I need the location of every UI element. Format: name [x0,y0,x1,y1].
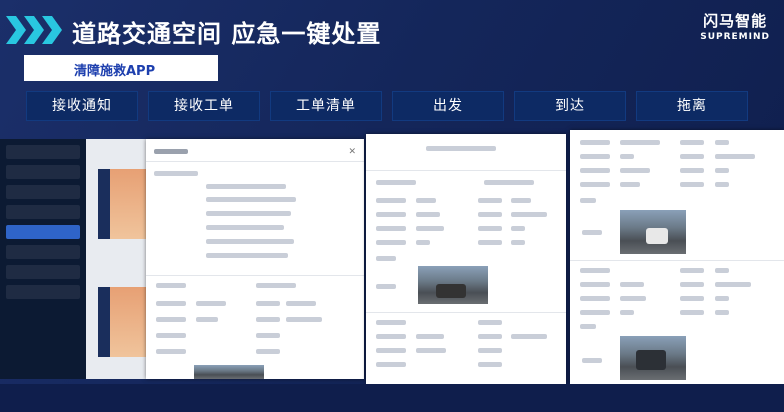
step-depart[interactable]: 出发 [392,91,504,121]
app-name-label: 清障施救APP [24,55,218,81]
incident-photo-thumb [98,169,148,239]
console-sidebar [0,139,86,379]
step-receive-ticket[interactable]: 接收工单 [148,91,260,121]
app-screenshot-dialog: ✕ [146,139,364,379]
vehicle-photo [620,336,686,380]
app-screenshot-console [0,139,150,379]
brand-logo: 闪马智能 SUPREMIND [700,10,770,42]
brand-name-cn: 闪马智能 [703,12,768,30]
vehicle-photo [194,365,264,379]
chevron-decoration-icon [6,16,66,44]
close-icon[interactable]: ✕ [348,147,356,157]
step-ticket-list[interactable]: 工单清单 [270,91,382,121]
process-steps: 接收通知 接收工单 工单清单 出发 到达 拖离 [26,91,748,121]
app-screenshot-detail-2 [570,130,784,384]
vehicle-photo [620,210,686,254]
brand-name-en: SUPREMIND [700,32,770,42]
page-title: 道路交通空间 应急一键处置 [72,20,382,48]
step-arrive[interactable]: 到达 [514,91,626,121]
step-receive-notice[interactable]: 接收通知 [26,91,138,121]
incident-photo-thumb [98,287,148,357]
vehicle-photo [418,266,488,304]
app-screenshot-detail [366,134,566,384]
step-tow-away[interactable]: 拖离 [636,91,748,121]
footer-band [0,384,784,412]
